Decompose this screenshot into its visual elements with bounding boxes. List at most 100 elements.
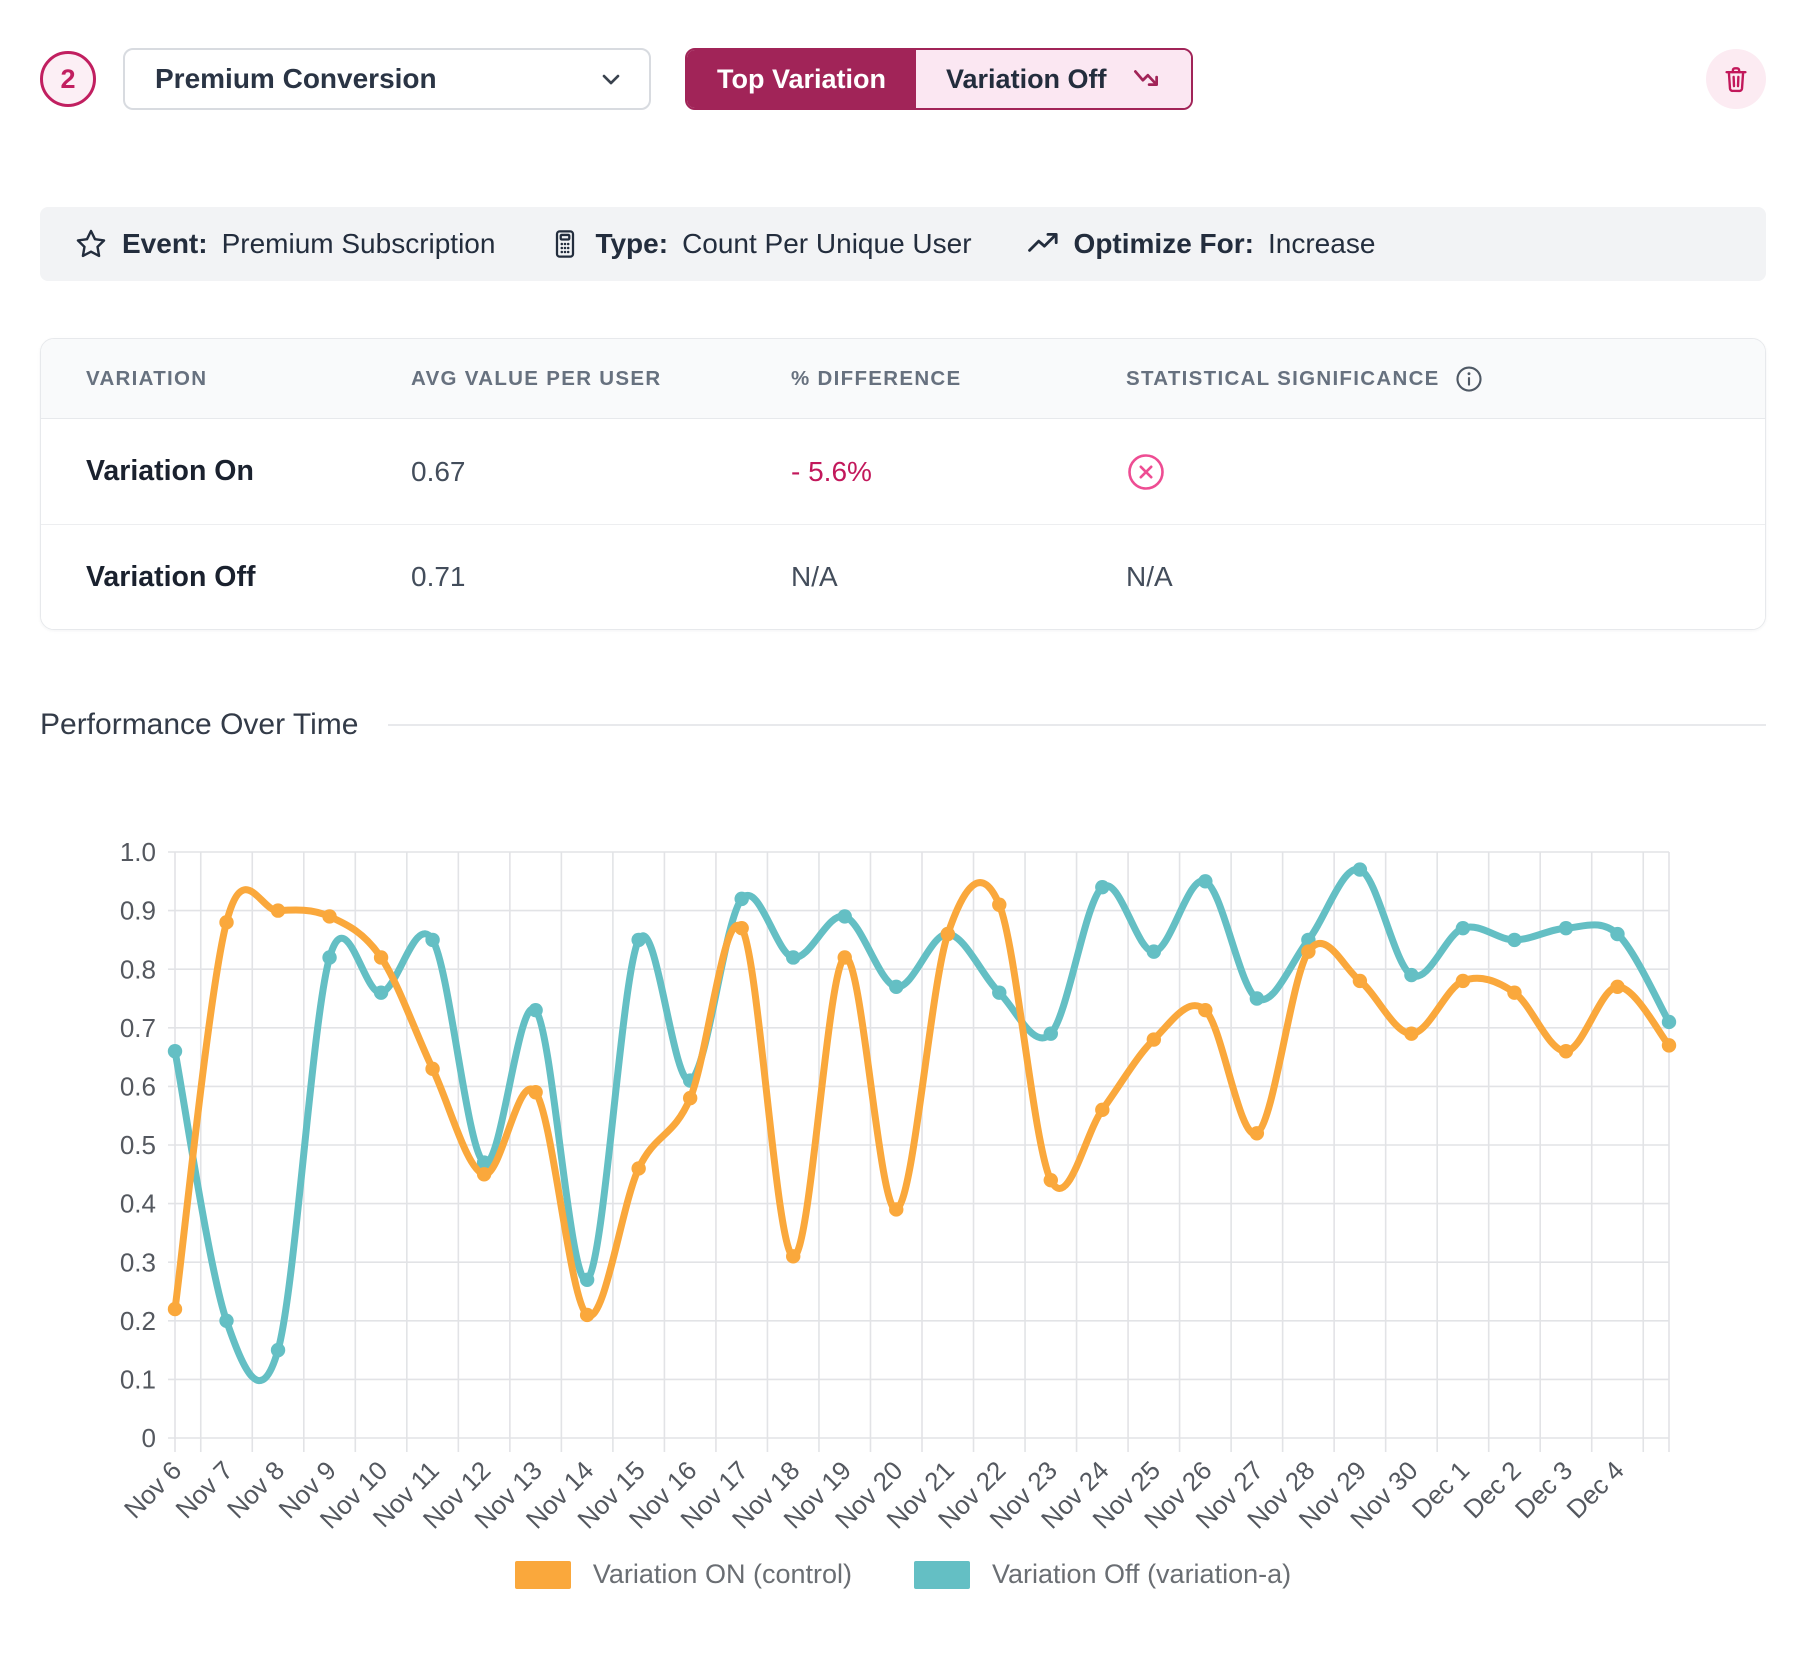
- table-row-variation-on: Variation On 0.67 - 5.6%: [41, 419, 1765, 524]
- legend-swatch: [515, 1561, 571, 1589]
- y-axis-label: 0.8: [120, 954, 156, 984]
- winner-toggle: Top Variation Variation Off: [685, 48, 1193, 110]
- data-point-marker: [1559, 921, 1573, 935]
- row-avg-value: 0.67: [411, 456, 791, 488]
- data-point-marker: [1404, 1026, 1418, 1040]
- data-point-marker: [1610, 927, 1624, 941]
- data-point-marker: [1456, 921, 1470, 935]
- type-label: Type:: [595, 228, 668, 260]
- x-axis-label: Nov 7: [170, 1455, 239, 1524]
- y-axis-label: 0.1: [120, 1365, 156, 1395]
- data-point-marker: [1147, 1032, 1161, 1046]
- data-point-marker: [425, 1062, 439, 1076]
- data-point-marker: [580, 1273, 594, 1287]
- data-point-marker: [219, 1314, 233, 1328]
- metric-panel: 2 Premium Conversion Top Variation Varia…: [0, 0, 1806, 1590]
- toggle-variation-off-label: Variation Off: [946, 64, 1107, 95]
- x-axis-label: Nov 6: [118, 1455, 187, 1524]
- data-point-marker: [1095, 880, 1109, 894]
- y-axis-label: 0.6: [120, 1072, 156, 1102]
- metric-selector-value: Premium Conversion: [155, 63, 437, 95]
- optimize-value: Increase: [1268, 228, 1375, 260]
- data-point-marker: [1610, 980, 1624, 994]
- y-axis-label: 0.4: [120, 1189, 156, 1219]
- data-point-marker: [683, 1091, 697, 1105]
- calculator-icon: [549, 228, 581, 260]
- data-point-marker: [1044, 1026, 1058, 1040]
- data-point-marker: [734, 921, 748, 935]
- data-point-marker: [1250, 991, 1264, 1005]
- trend-down-icon: [1131, 64, 1161, 94]
- row-significance: N/A: [1126, 561, 1720, 593]
- data-point-marker: [1353, 974, 1367, 988]
- data-point-marker: [992, 985, 1006, 999]
- data-point-marker: [1095, 1103, 1109, 1117]
- toggle-top-variation[interactable]: Top Variation: [687, 50, 916, 108]
- legend-swatch: [914, 1561, 970, 1589]
- data-point-marker: [1044, 1173, 1058, 1187]
- data-point-marker: [631, 933, 645, 947]
- x-axis-label: Nov 8: [221, 1455, 290, 1524]
- type-value: Count Per Unique User: [682, 228, 971, 260]
- table-row-variation-off: Variation Off 0.71 N/A N/A: [41, 524, 1765, 629]
- x-axis-label: Dec 1: [1406, 1455, 1475, 1524]
- y-axis-label: 0: [142, 1423, 156, 1453]
- column-variation: Variation: [86, 367, 411, 391]
- x-axis-label: Dec 2: [1457, 1455, 1526, 1524]
- data-point-marker: [1198, 1003, 1212, 1017]
- event-summary-bar: Event: Premium Subscription Type: Count …: [40, 207, 1766, 281]
- event-group: Event: Premium Subscription: [74, 227, 495, 261]
- info-icon[interactable]: [1454, 364, 1484, 394]
- event-value: Premium Subscription: [222, 228, 496, 260]
- row-variation-name: Variation On: [86, 455, 411, 488]
- trash-icon: [1721, 64, 1751, 94]
- data-point-marker: [374, 985, 388, 999]
- optimize-label: Optimize For:: [1074, 228, 1254, 260]
- row-difference: N/A: [791, 561, 1126, 593]
- metric-header-row: 2 Premium Conversion Top Variation Varia…: [40, 48, 1766, 110]
- legend-item-variation-off[interactable]: Variation Off (variation-a): [914, 1559, 1291, 1590]
- chart-legend: Variation ON (control) Variation Off (va…: [40, 1559, 1766, 1590]
- data-point-marker: [1198, 874, 1212, 888]
- type-group: Type: Count Per Unique User: [549, 228, 971, 260]
- data-point-marker: [786, 1249, 800, 1263]
- data-point-marker: [1147, 944, 1161, 958]
- optimize-group: Optimize For: Increase: [1026, 227, 1376, 261]
- results-table: Variation Avg Value Per User % Differenc…: [40, 338, 1766, 630]
- toggle-variation-off[interactable]: Variation Off: [916, 50, 1191, 108]
- row-avg-value: 0.71: [411, 561, 791, 593]
- data-point-marker: [374, 950, 388, 964]
- legend-item-variation-on[interactable]: Variation ON (control): [515, 1559, 852, 1590]
- x-axis-label: Dec 3: [1509, 1455, 1578, 1524]
- performance-chart: 00.10.20.30.40.50.60.70.80.91.0Nov 6Nov …: [40, 812, 1766, 1557]
- data-point-marker: [1559, 1044, 1573, 1058]
- legend-label: Variation Off (variation-a): [992, 1559, 1291, 1590]
- event-label: Event:: [122, 228, 208, 260]
- y-axis-label: 0.3: [120, 1247, 156, 1277]
- data-point-marker: [1250, 1126, 1264, 1140]
- data-point-marker: [838, 950, 852, 964]
- data-point-marker: [631, 1161, 645, 1175]
- y-axis-label: 0.2: [120, 1306, 156, 1336]
- metric-index-badge: 2: [40, 51, 96, 107]
- row-variation-name: Variation Off: [86, 561, 411, 594]
- y-axis-label: 0.7: [120, 1013, 156, 1043]
- row-significance: [1126, 452, 1720, 492]
- data-point-marker: [168, 1302, 182, 1316]
- data-point-marker: [1353, 862, 1367, 876]
- data-point-marker: [271, 903, 285, 917]
- data-point-marker: [889, 980, 903, 994]
- legend-label: Variation ON (control): [593, 1559, 852, 1590]
- data-point-marker: [889, 1202, 903, 1216]
- circle-x-icon: [1126, 452, 1166, 492]
- data-point-marker: [271, 1343, 285, 1357]
- chart-title: Performance Over Time: [40, 708, 358, 742]
- chevron-down-icon: [597, 65, 625, 93]
- delete-metric-button[interactable]: [1706, 49, 1766, 109]
- row-difference: - 5.6%: [791, 456, 1126, 488]
- column-significance: Statistical Significance: [1126, 364, 1720, 394]
- data-point-marker: [477, 1167, 491, 1181]
- star-icon: [74, 227, 108, 261]
- data-point-marker: [219, 915, 233, 929]
- metric-selector-dropdown[interactable]: Premium Conversion: [123, 48, 651, 110]
